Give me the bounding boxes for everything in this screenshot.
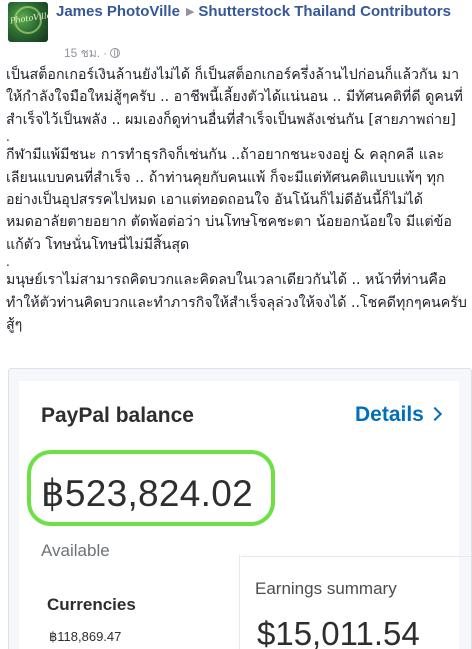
paypal-details-label: Details xyxy=(355,403,424,426)
post-paragraph: กีฬามีแพ้มีชนะ การทำธุรกิจก็เช่นกัน ..ถ้… xyxy=(6,147,452,253)
post-paragraph: เป็นสต็อกเกอร์เงินล้านยังไม่ได้ ก็เป็นสต… xyxy=(6,67,463,128)
globe-icon[interactable] xyxy=(110,48,121,58)
paypal-currency-value: ฿118,869.47 xyxy=(49,629,122,644)
group-link[interactable]: Shutterstock Thailand Contributors xyxy=(198,3,451,20)
paypal-available-label: Available xyxy=(41,541,110,560)
post-meta: 15 ชม. · xyxy=(64,44,121,63)
chevron-right-icon xyxy=(427,406,442,422)
earnings-summary-value: $15,011.54 xyxy=(257,615,420,649)
paypal-balance-card: PayPal balance Details ฿523,824.02 Avail… xyxy=(19,381,471,649)
avatar[interactable]: PhotoVille xyxy=(8,2,48,42)
post-image-paypal-screenshot[interactable]: PayPal balance Details ฿523,824.02 Avail… xyxy=(8,368,472,649)
panel-divider xyxy=(239,555,240,649)
post-names: James PhotoVille ▶ Shutterstock Thailand C… xyxy=(56,2,466,22)
paypal-currencies-label: Currencies xyxy=(47,595,136,614)
post-body: เป็นสต็อกเกอร์เงินล้านยังไม่ได้ ก็เป็นสต… xyxy=(6,64,468,336)
post-time[interactable]: 15 ชม. xyxy=(64,46,100,60)
paypal-balance-amount: ฿523,824.02 xyxy=(41,473,254,514)
meta-dot: · xyxy=(103,46,108,60)
post-header: PhotoVille James PhotoVille ▶ Shutterstock… xyxy=(8,2,468,62)
triangle-right-icon: ▶ xyxy=(185,6,195,18)
earnings-summary-title: Earnings summary xyxy=(255,579,397,598)
author-link[interactable]: James PhotoVille xyxy=(56,3,180,20)
paragraph-separator: . xyxy=(6,130,10,145)
paypal-balance-title: PayPal balance xyxy=(41,404,194,427)
post-paragraph: มนุษย์เราไม่สามารถคิดบวกและคิดลบในเวลาเด… xyxy=(6,272,467,334)
paypal-details-link: Details xyxy=(355,403,442,427)
paragraph-separator: . xyxy=(6,255,10,270)
